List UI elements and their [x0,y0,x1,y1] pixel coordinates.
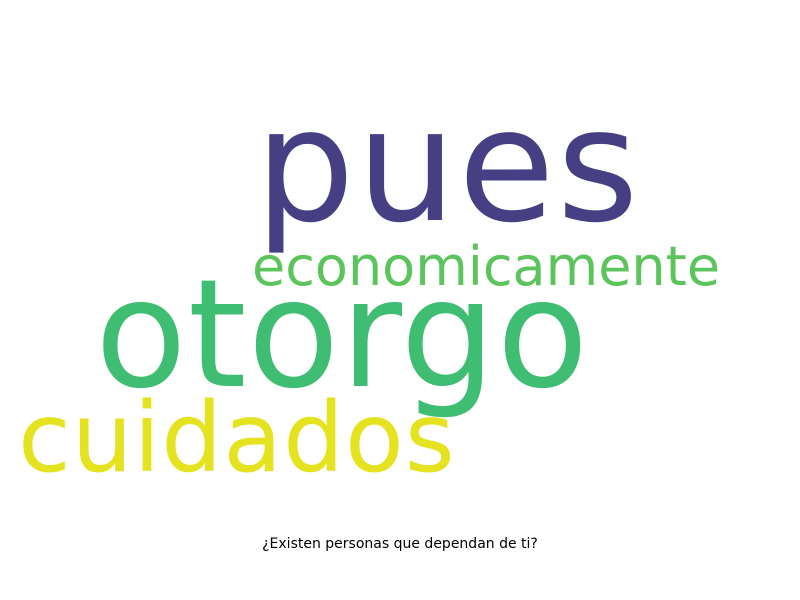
word-cloud: pues economicamente otorgo cuidados [0,0,800,600]
word-pues: pues [255,75,641,258]
figure-caption: ¿Existen personas que dependan de ti? [262,536,538,552]
word-cuidados: cuidados [18,382,456,494]
